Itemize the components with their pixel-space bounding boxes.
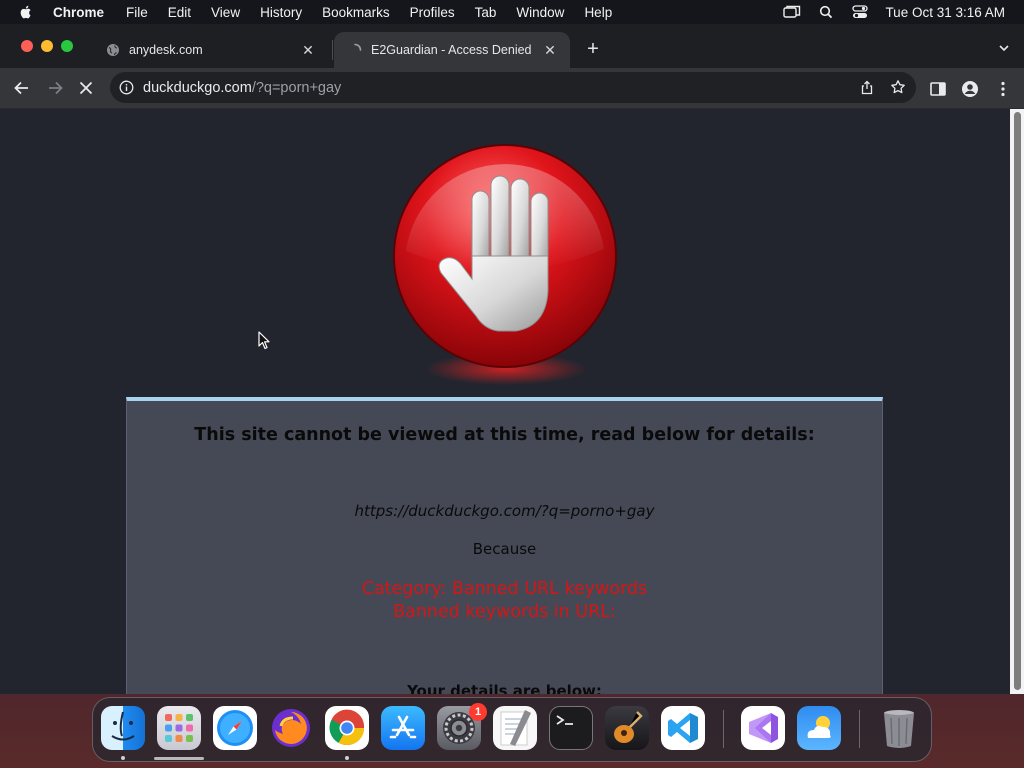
block-reason-category: Category: Banned URL keywords <box>361 579 648 599</box>
menu-history[interactable]: History <box>260 5 302 20</box>
chrome-logo-icon <box>329 709 365 745</box>
menu-profiles[interactable]: Profiles <box>410 5 455 20</box>
garageband-icon[interactable] <box>605 706 649 750</box>
menu-window[interactable]: Window <box>516 5 564 20</box>
bookmark-star-icon[interactable] <box>890 79 906 95</box>
visual-studio-logo-icon <box>749 713 778 743</box>
pen-paper-icon <box>500 710 531 746</box>
tab-title: anydesk.com <box>129 43 203 57</box>
dock: 1 <box>92 697 932 762</box>
because-label: Because <box>472 540 537 558</box>
spotlight-search-icon[interactable] <box>817 5 835 19</box>
menu-help[interactable]: Help <box>584 5 612 20</box>
tab-separator <box>332 40 333 60</box>
back-arrow-icon[interactable] <box>12 78 32 98</box>
stop-loading-icon[interactable] <box>76 78 96 98</box>
apple-icon[interactable] <box>18 4 34 20</box>
block-reason-detail: Banned keywords in URL: <box>393 602 616 622</box>
menu-edit[interactable]: Edit <box>168 5 191 20</box>
access-denied-panel: This site cannot be viewed at this time,… <box>126 397 883 694</box>
running-indicator <box>345 756 349 760</box>
finder-icon[interactable] <box>101 706 145 750</box>
menu-view[interactable]: View <box>211 5 240 20</box>
vscode-logo-icon <box>668 713 698 743</box>
side-panel-icon[interactable] <box>929 80 947 98</box>
tab-close-button[interactable]: ✕ <box>542 42 558 59</box>
blocked-url: https://duckduckgo.com/?q=porno+gay <box>354 502 655 520</box>
forward-arrow-icon[interactable] <box>45 78 65 98</box>
app-store-icon[interactable] <box>381 706 425 750</box>
browser-toolbar: duckduckgo.com/?q=porn+gay <box>0 68 1024 109</box>
chevron-down-icon[interactable] <box>998 42 1010 54</box>
loading-spinner-icon <box>354 43 362 51</box>
trash-icon[interactable] <box>877 706 921 750</box>
tab-strip: anydesk.com ✕ E2Guardian - Access Denied… <box>0 24 1024 68</box>
firefox-logo-icon <box>272 709 310 747</box>
screen-mirroring-icon[interactable] <box>783 5 801 19</box>
control-center-icon[interactable] <box>851 5 869 19</box>
tab-anydesk[interactable]: anydesk.com ✕ <box>92 32 328 68</box>
window-minimize-button[interactable] <box>41 40 53 52</box>
address-bar[interactable]: duckduckgo.com/?q=porn+gay <box>110 72 916 103</box>
menu-bar: Chrome File Edit View History Bookmarks … <box>0 0 1024 24</box>
finder-face-icon <box>111 711 135 741</box>
vscode-icon[interactable] <box>661 706 705 750</box>
profile-avatar-icon[interactable] <box>961 80 979 98</box>
menubar-clock[interactable]: Tue Oct 31 3:16 AM <box>885 5 1005 20</box>
tab-e2guardian[interactable]: E2Guardian - Access Denied ✕ <box>334 32 570 68</box>
running-indicator <box>121 756 125 760</box>
menu-tab[interactable]: Tab <box>475 5 497 20</box>
menu-chrome[interactable]: Chrome <box>53 5 104 20</box>
page-title: This site cannot be viewed at this time,… <box>194 425 815 445</box>
textedit-icon[interactable] <box>493 706 537 750</box>
tab-close-button[interactable]: ✕ <box>300 42 316 59</box>
trash-can-icon <box>884 710 914 748</box>
share-icon[interactable] <box>860 80 874 95</box>
stop-hand-icon <box>393 144 617 385</box>
details-heading: Your details are below: <box>407 682 602 694</box>
terminal-icon[interactable] <box>549 706 593 750</box>
new-tab-button[interactable]: + <box>582 38 604 60</box>
terminal-prompt-icon <box>556 715 573 725</box>
dock-separator <box>859 710 860 748</box>
mouse-pointer-icon <box>258 331 270 350</box>
window-controls <box>21 40 81 52</box>
visual-studio-icon[interactable] <box>741 706 785 750</box>
dock-separator <box>723 710 724 748</box>
globe-icon <box>107 44 119 56</box>
url-path: /?q=porn+gay <box>251 79 342 96</box>
notification-badge: 1 <box>469 703 487 721</box>
window-close-button[interactable] <box>21 40 33 52</box>
scrollbar-thumb[interactable] <box>1014 112 1021 690</box>
compass-icon <box>217 710 253 746</box>
page-viewport: This site cannot be viewed at this time,… <box>0 109 1010 694</box>
url-text[interactable]: duckduckgo.com/?q=porn+gay <box>143 80 341 96</box>
more-menu-icon[interactable] <box>994 80 1012 98</box>
site-info-icon[interactable] <box>119 80 134 95</box>
chrome-icon[interactable] <box>325 706 369 750</box>
app-store-logo-icon <box>389 715 417 739</box>
dock-scroll-indicator <box>154 757 204 760</box>
weather-icon[interactable] <box>797 706 841 750</box>
firefox-icon[interactable] <box>269 706 313 750</box>
launchpad-icon[interactable] <box>157 706 201 750</box>
menu-file[interactable]: File <box>126 5 148 20</box>
launchpad-grid-icon <box>165 714 193 742</box>
tab-title: E2Guardian - Access Denied <box>371 43 532 57</box>
sun-cloud-icon <box>807 716 831 738</box>
safari-icon[interactable] <box>213 706 257 750</box>
window-zoom-button[interactable] <box>61 40 73 52</box>
menu-bookmarks[interactable]: Bookmarks <box>322 5 390 20</box>
guitar-icon <box>614 711 643 743</box>
url-host: duckduckgo.com <box>143 79 252 96</box>
